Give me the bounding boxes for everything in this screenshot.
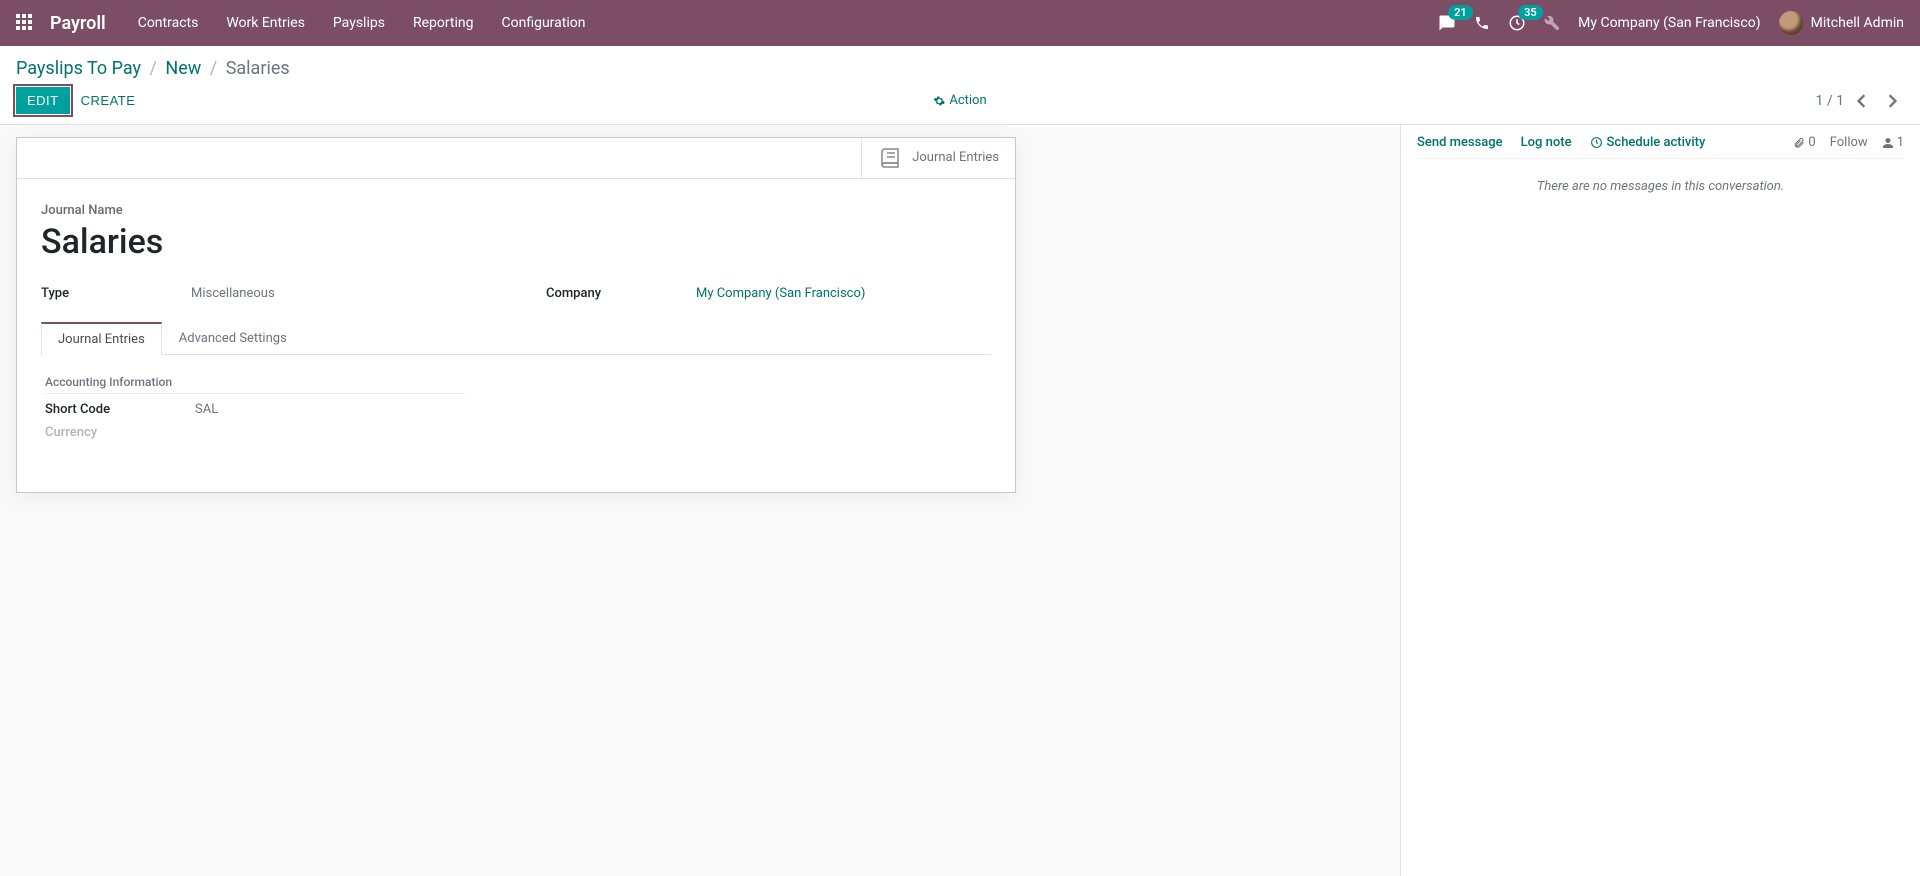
currency-label: Currency bbox=[45, 425, 195, 440]
control-panel: Payslips To Pay / New / Salaries Edit Cr… bbox=[0, 46, 1920, 125]
tab-advanced-settings[interactable]: Advanced Settings bbox=[162, 322, 304, 355]
messages-badge: 21 bbox=[1448, 5, 1473, 20]
section-accounting-info: Accounting Information bbox=[45, 375, 465, 394]
top-navbar: Payroll Contracts Work Entries Payslips … bbox=[0, 0, 1920, 46]
action-dropdown[interactable]: Action bbox=[933, 93, 986, 108]
company-value[interactable]: My Company (San Francisco) bbox=[696, 286, 865, 301]
main-menu: Contracts Work Entries Payslips Reportin… bbox=[138, 15, 586, 31]
user-menu[interactable]: Mitchell Admin bbox=[1779, 11, 1904, 35]
stat-journal-entries[interactable]: Journal Entries bbox=[861, 138, 1015, 178]
tabs: Journal Entries Advanced Settings bbox=[41, 321, 991, 355]
send-message-button[interactable]: Send message bbox=[1417, 135, 1503, 150]
breadcrumb-current: Salaries bbox=[226, 58, 290, 79]
followers-button[interactable]: 1 bbox=[1882, 135, 1904, 150]
pager: 1 / 1 bbox=[1816, 89, 1904, 113]
activities-icon[interactable]: 35 bbox=[1508, 14, 1526, 32]
gear-icon bbox=[933, 95, 945, 107]
menu-contracts[interactable]: Contracts bbox=[138, 15, 199, 31]
pager-prev[interactable] bbox=[1850, 89, 1874, 113]
tab-content: Accounting Information Short Code SAL Cu… bbox=[41, 355, 991, 468]
menu-work-entries[interactable]: Work Entries bbox=[226, 15, 305, 31]
debug-icon[interactable] bbox=[1544, 15, 1560, 31]
chevron-left-icon bbox=[1857, 94, 1867, 108]
create-button[interactable]: Create bbox=[70, 87, 147, 114]
activities-badge: 35 bbox=[1518, 5, 1543, 20]
person-icon bbox=[1882, 137, 1894, 149]
chatter-empty: There are no messages in this conversati… bbox=[1417, 159, 1904, 214]
pager-next[interactable] bbox=[1880, 89, 1904, 113]
journal-name-value: Salaries bbox=[41, 222, 991, 262]
tab-journal-entries[interactable]: Journal Entries bbox=[41, 322, 162, 355]
clock-icon bbox=[1590, 136, 1603, 149]
pager-text: 1 / 1 bbox=[1816, 93, 1844, 109]
menu-configuration[interactable]: Configuration bbox=[502, 15, 586, 31]
breadcrumb: Payslips To Pay / New / Salaries bbox=[16, 58, 1904, 79]
breadcrumb-link-2[interactable]: New bbox=[165, 58, 201, 79]
paperclip-icon bbox=[1793, 136, 1805, 150]
schedule-activity-button[interactable]: Schedule activity bbox=[1590, 135, 1706, 150]
journal-name-label: Journal Name bbox=[41, 203, 991, 218]
app-brand[interactable]: Payroll bbox=[50, 13, 106, 34]
company-switcher[interactable]: My Company (San Francisco) bbox=[1578, 15, 1760, 31]
stat-button-box: Journal Entries bbox=[17, 138, 1015, 179]
menu-reporting[interactable]: Reporting bbox=[413, 15, 474, 31]
phone-icon[interactable] bbox=[1474, 15, 1490, 31]
chevron-right-icon bbox=[1887, 94, 1897, 108]
log-note-button[interactable]: Log note bbox=[1521, 135, 1572, 150]
type-label: Type bbox=[41, 286, 191, 301]
form-view: Journal Entries Journal Name Salaries Ty… bbox=[0, 125, 1400, 876]
follow-button[interactable]: Follow bbox=[1830, 135, 1868, 150]
apps-icon[interactable] bbox=[16, 14, 34, 32]
edit-button[interactable]: Edit bbox=[16, 87, 70, 114]
avatar-icon bbox=[1779, 11, 1803, 35]
type-value: Miscellaneous bbox=[191, 286, 275, 301]
short-code-label: Short Code bbox=[45, 402, 195, 417]
menu-payslips[interactable]: Payslips bbox=[333, 15, 385, 31]
messages-icon[interactable]: 21 bbox=[1438, 14, 1456, 32]
company-label: Company bbox=[546, 286, 696, 301]
attachments-button[interactable]: 0 bbox=[1793, 135, 1815, 150]
stat-label: Journal Entries bbox=[912, 150, 999, 166]
user-name: Mitchell Admin bbox=[1811, 15, 1904, 31]
short-code-value: SAL bbox=[195, 402, 218, 417]
book-icon bbox=[878, 146, 902, 170]
breadcrumb-link-1[interactable]: Payslips To Pay bbox=[16, 58, 141, 79]
chatter: Send message Log note Schedule activity … bbox=[1400, 125, 1920, 876]
